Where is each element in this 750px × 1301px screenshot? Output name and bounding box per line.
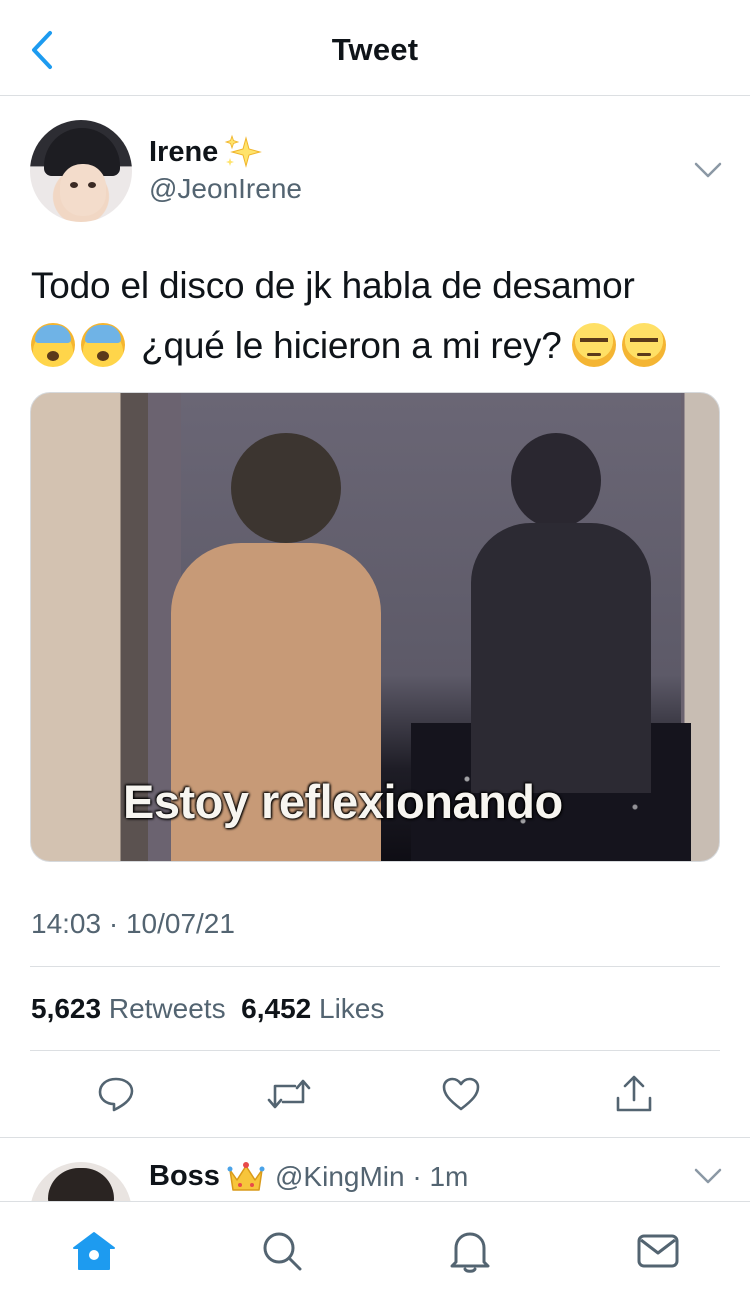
- reflection-body: [471, 523, 651, 793]
- chevron-down-icon[interactable]: [692, 1164, 724, 1188]
- retweets-label: Retweets: [108, 993, 226, 1024]
- avatar-eye: [88, 182, 96, 188]
- tab-messages[interactable]: [634, 1228, 682, 1274]
- reply-author-name[interactable]: Boss: [149, 1160, 220, 1193]
- author-name[interactable]: Irene: [149, 136, 218, 169]
- reply-author-handle[interactable]: @KingMin: [275, 1161, 405, 1192]
- person-head: [231, 433, 341, 543]
- avatar-eye: [70, 182, 78, 188]
- tweet-text-line: Todo el disco de jk habla de desamor: [31, 265, 635, 306]
- tweet-timestamp: 14:03 · 10/07/21: [31, 908, 235, 939]
- reply-time: · 1m: [412, 1161, 469, 1192]
- tab-notifications[interactable]: [446, 1228, 494, 1274]
- share-icon: [616, 1075, 652, 1112]
- media-caption: Estoy reflexionando: [123, 775, 563, 828]
- retweets-count: 5,623: [31, 993, 102, 1024]
- avatar-face: [60, 164, 106, 216]
- messages-icon: [637, 1234, 679, 1268]
- retweets-stat[interactable]: 5,623 Retweets: [31, 993, 226, 1024]
- share-button[interactable]: [612, 1074, 656, 1114]
- fearful-face-emoji-icon: [31, 323, 75, 367]
- tweet-text-line: ¿qué le hicieron a mi rey?: [31, 316, 721, 376]
- home-icon: [73, 1232, 115, 1270]
- crown-icon: [227, 1162, 265, 1191]
- author-avatar[interactable]: [30, 120, 132, 222]
- unamused-face-emoji-icon: [571, 323, 616, 367]
- media-reflection: [471, 433, 651, 793]
- tweet-media-image[interactable]: Estoy reflexionando: [30, 392, 720, 862]
- tweet-text-question: ¿qué le hicieron a mi rey?: [141, 325, 562, 366]
- tab-home[interactable]: [70, 1228, 118, 1274]
- likes-stat[interactable]: 6,452 Likes: [241, 993, 384, 1024]
- divider: [30, 966, 720, 967]
- reply-author-meta: @KingMin · 1m: [275, 1161, 468, 1193]
- top-bar: Tweet: [0, 0, 750, 96]
- divider: [0, 1137, 750, 1138]
- likes-count: 6,452: [241, 993, 312, 1024]
- tab-search[interactable]: [258, 1228, 306, 1274]
- notifications-icon: [450, 1232, 490, 1273]
- bottom-tab-bar: [0, 1201, 750, 1301]
- reply-icon: [98, 1077, 134, 1112]
- retweet-icon: [267, 1079, 311, 1109]
- like-button[interactable]: [439, 1074, 483, 1114]
- unamused-face-emoji-icon: [621, 323, 666, 367]
- chevron-down-icon[interactable]: [692, 158, 724, 182]
- page-title: Tweet: [331, 32, 419, 67]
- tweet-text: Todo el disco de jk habla de desamor ¿qu…: [31, 256, 721, 376]
- reflection-head: [511, 433, 601, 528]
- search-icon: [263, 1232, 302, 1271]
- fearful-face-emoji-icon: [81, 323, 125, 367]
- sparkles-icon: [224, 134, 262, 168]
- divider: [30, 1050, 720, 1051]
- like-icon: [442, 1077, 480, 1111]
- author-handle[interactable]: @JeonIrene: [149, 173, 302, 205]
- reply-button[interactable]: [94, 1074, 138, 1114]
- likes-label: Likes: [319, 993, 385, 1024]
- tweet-stats: 5,623 Retweets 6,452 Likes: [31, 993, 384, 1025]
- retweet-button[interactable]: [267, 1074, 311, 1114]
